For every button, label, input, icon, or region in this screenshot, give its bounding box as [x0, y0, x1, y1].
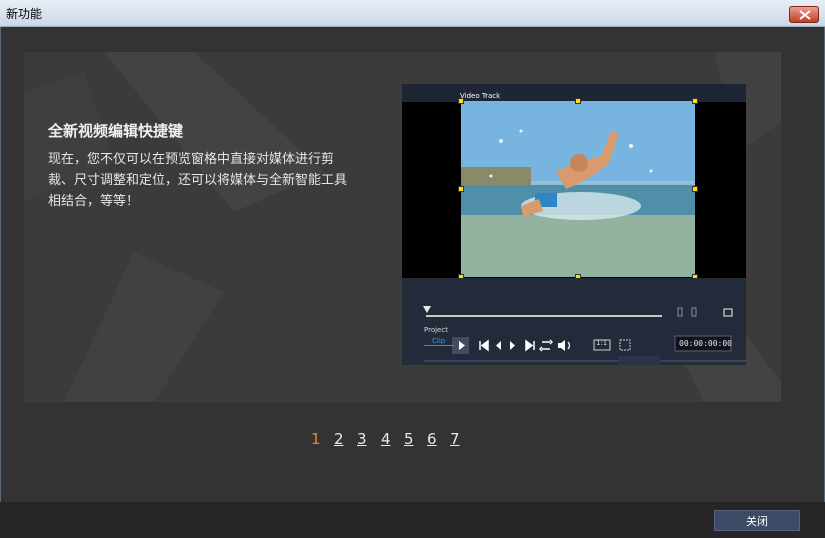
preview-screenshot: Video Track Project Clip 1:1 00:00:00:00	[402, 84, 768, 365]
ratio-label: 1:1	[596, 339, 608, 347]
timecode-display: 00:00:00:00	[679, 339, 732, 348]
crop-handle	[458, 98, 464, 104]
close-icon	[799, 10, 811, 20]
close-button[interactable]: 关闭	[714, 510, 800, 531]
feature-heading: 全新视频编辑快捷键	[48, 122, 184, 140]
page-4-link[interactable]: 4	[381, 430, 391, 448]
preview-photo	[461, 101, 695, 277]
page-3-link[interactable]: 3	[357, 430, 367, 448]
feature-description: 现在，您不仅可以在预览窗格中直接对媒体进行剪裁、尺寸调整和定位，还可以将媒体与全…	[48, 152, 348, 209]
page-2-link[interactable]: 2	[334, 430, 344, 448]
window-title: 新功能	[6, 7, 43, 21]
page-6-link[interactable]: 6	[427, 430, 437, 448]
page-7-link[interactable]: 7	[450, 430, 460, 448]
crop-handle	[575, 98, 581, 104]
page-1-link[interactable]: 1	[311, 430, 321, 448]
player-controls-graphic	[423, 306, 768, 365]
player-controls: Project Clip 1:1 00:00:00:00	[402, 278, 768, 365]
crop-handle	[692, 98, 698, 104]
video-track-label: Video Track	[460, 92, 501, 100]
crop-handle	[692, 186, 698, 192]
title-bar: 新功能	[0, 0, 825, 27]
clip-mode-label: Clip	[432, 337, 446, 345]
page-5-link[interactable]: 5	[404, 430, 414, 448]
swimmer-image	[461, 101, 695, 277]
window-close-button[interactable]	[789, 6, 819, 23]
crop-handle	[458, 186, 464, 192]
project-mode-label: Project	[424, 326, 448, 334]
dialog-footer	[0, 502, 825, 538]
